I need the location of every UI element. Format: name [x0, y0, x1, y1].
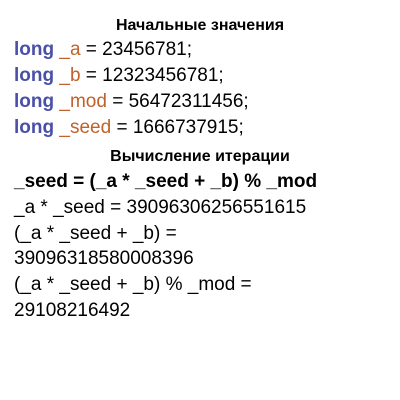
- assignment-value: = 56472311456;: [106, 91, 249, 112]
- declaration-mod: long _mod = 56472311456;: [14, 90, 249, 114]
- calc-line-sum-value: 39096318580008396: [14, 248, 194, 269]
- keyword-long: long: [14, 65, 55, 86]
- declaration-b: long _b = 12323456781;: [14, 64, 224, 88]
- calc-line-sum-label: (_a * _seed + _b) =: [14, 223, 177, 244]
- variable-name: _a: [59, 39, 81, 60]
- keyword-long: long: [14, 91, 55, 112]
- declaration-a: long _a = 23456781;: [14, 38, 192, 62]
- assignment-value: = 1666737915;: [111, 117, 244, 138]
- calc-line-mod-label: (_a * _seed + _b) % _mod =: [14, 274, 252, 295]
- variable-name: _b: [59, 65, 81, 86]
- variable-name: _seed: [59, 117, 112, 138]
- calc-line-product: _a * _seed = 39096306256551615: [14, 197, 307, 218]
- assignment-value: = 23456781;: [80, 39, 192, 60]
- initial-values-heading: Начальные значения: [115, 17, 285, 34]
- keyword-long: long: [14, 39, 55, 60]
- calc-line-mod-value: 29108216492: [14, 300, 131, 321]
- declaration-seed: long _seed = 1666737915;: [14, 116, 244, 140]
- iteration-heading: Вычисление итерации: [110, 148, 290, 165]
- assignment-value: = 12323456781;: [80, 65, 224, 86]
- variable-name: _mod: [59, 91, 107, 112]
- iteration-formula: _seed = (_a * _seed + _b) % _mod: [14, 171, 318, 192]
- keyword-long: long: [14, 117, 55, 138]
